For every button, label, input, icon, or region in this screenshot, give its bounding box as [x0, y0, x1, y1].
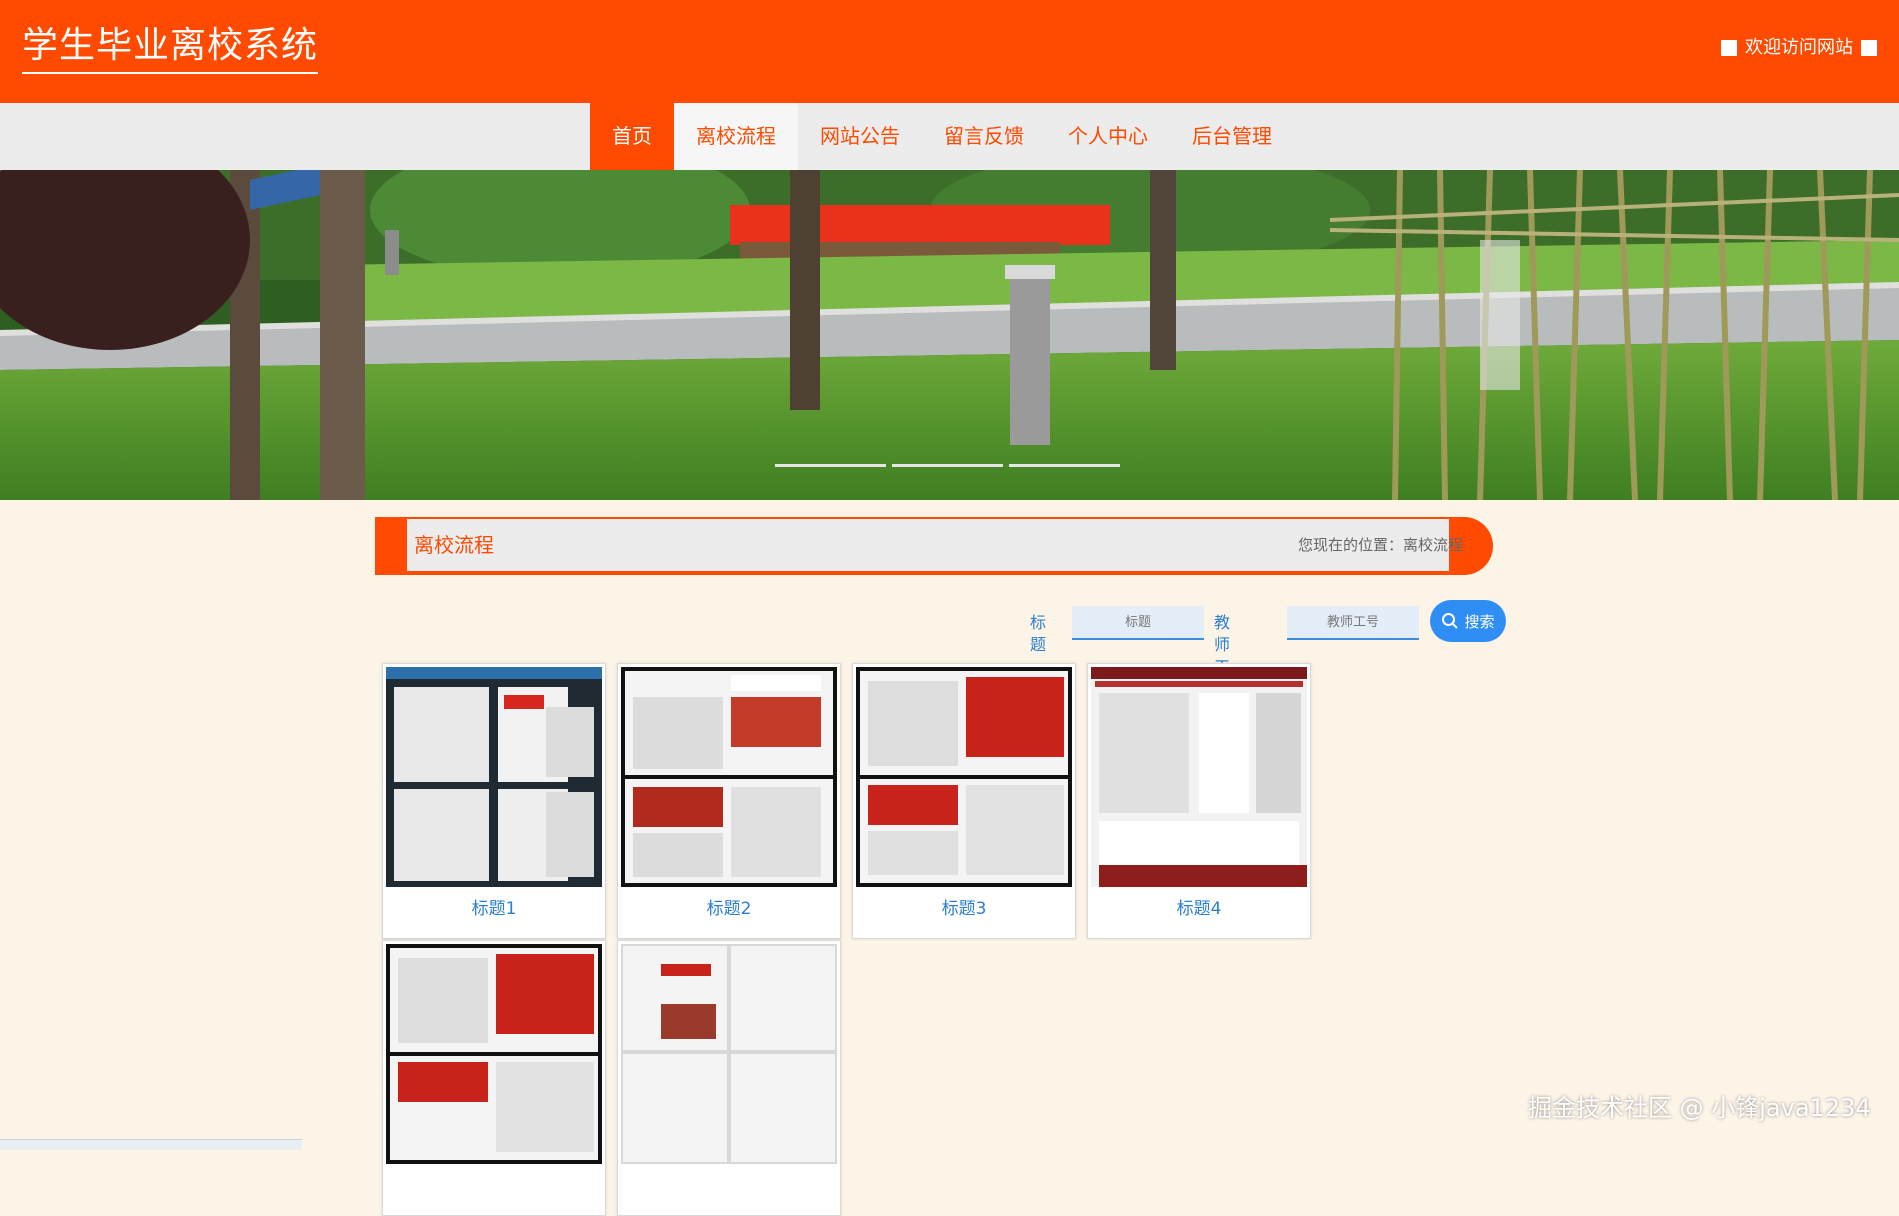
card-title[interactable]: 标题3 [853, 894, 1075, 924]
search-icon [1442, 613, 1459, 629]
teacher-id-input[interactable] [1287, 606, 1419, 640]
card-thumbnail [386, 667, 602, 887]
carousel-indicators [775, 464, 1120, 467]
square-icon [1861, 40, 1877, 56]
main-nav: 首页 离校流程 网站公告 留言反馈 个人中心 后台管理 [0, 103, 1899, 170]
title-input[interactable] [1072, 606, 1204, 640]
carousel-dot[interactable] [892, 464, 1003, 467]
carousel-dot[interactable] [775, 464, 886, 467]
card-thumbnail [1091, 667, 1307, 887]
breadcrumb: 您现在的位置：离校流程 [1297, 536, 1463, 554]
card-title[interactable]: 标题2 [618, 894, 840, 924]
nav-item-feedback[interactable]: 留言反馈 [922, 103, 1046, 170]
nav-item-announcements[interactable]: 网站公告 [798, 103, 922, 170]
list-item[interactable] [617, 940, 841, 1216]
nav-item-leaving-process[interactable]: 离校流程 [674, 103, 798, 170]
list-item[interactable] [382, 940, 606, 1216]
search-button-label: 搜索 [1464, 612, 1495, 631]
banner-image [0, 170, 1899, 500]
welcome-text: 欢迎访问网站 [1721, 36, 1877, 60]
card-title[interactable]: 标题1 [383, 894, 605, 924]
section-title: 离校流程 [414, 533, 494, 557]
nav-item-personal-center[interactable]: 个人中心 [1046, 103, 1170, 170]
browser-status-bar [0, 1139, 302, 1150]
list-item[interactable]: 标题4 [1087, 663, 1311, 939]
title-label: 标题 [1030, 613, 1047, 654]
site-title[interactable]: 学生毕业离校系统 [22, 24, 319, 74]
card-thumbnail [621, 944, 837, 1164]
card-thumbnail [856, 667, 1072, 887]
card-thumbnail [621, 667, 837, 887]
header-bar: 学生毕业离校系统 欢迎访问网站 [0, 0, 1899, 103]
nav-item-home[interactable]: 首页 [590, 103, 674, 170]
search-button[interactable]: 搜索 [1430, 600, 1506, 642]
list-item[interactable]: 标题1 [382, 663, 606, 939]
list-item[interactable]: 标题2 [617, 663, 841, 939]
card-title[interactable]: 标题4 [1088, 894, 1310, 924]
watermark: 掘金技术社区 @ 小锋java1234 [1528, 1094, 1871, 1122]
square-icon [1721, 40, 1737, 56]
card-thumbnail [386, 944, 602, 1164]
welcome-label: 欢迎访问网站 [1745, 37, 1853, 58]
list-item[interactable]: 标题3 [852, 663, 1076, 939]
carousel-dot[interactable] [1009, 464, 1120, 467]
banner-carousel[interactable] [0, 170, 1899, 500]
nav-item-admin[interactable]: 后台管理 [1170, 103, 1294, 170]
